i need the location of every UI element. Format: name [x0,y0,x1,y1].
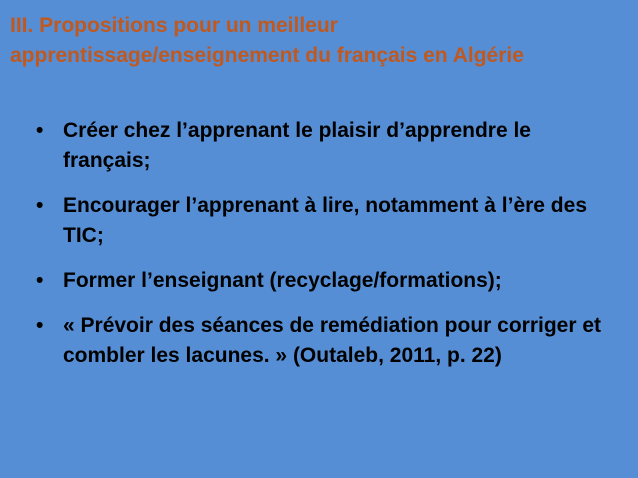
slide: III. Propositions pour un meilleur appre… [0,0,638,478]
bullet-icon: • [36,194,44,217]
slide-title: III. Propositions pour un meilleur appre… [10,14,524,67]
bullet-icon: • [36,269,44,292]
bullet-icon: • [36,119,44,142]
bullet-text: Créer chez l’apprenant le plaisir d’appr… [63,119,531,172]
bullet-item: • Encourager l’apprenant à lire, notamme… [36,191,616,251]
bullet-text: Former l’enseignant (recyclage/formation… [63,269,502,292]
bullet-list: • Créer chez l’apprenant le plaisir d’ap… [36,116,616,386]
bullet-item: • « Prévoir des séances de remédiation p… [36,311,616,371]
bullet-item: • Créer chez l’apprenant le plaisir d’ap… [36,116,616,176]
bullet-text: « Prévoir des séances de remédiation pou… [63,314,602,367]
bullet-text: Encourager l’apprenant à lire, notamment… [63,194,587,247]
bullet-icon: • [36,314,44,337]
bullet-item: • Former l’enseignant (recyclage/formati… [36,266,616,296]
